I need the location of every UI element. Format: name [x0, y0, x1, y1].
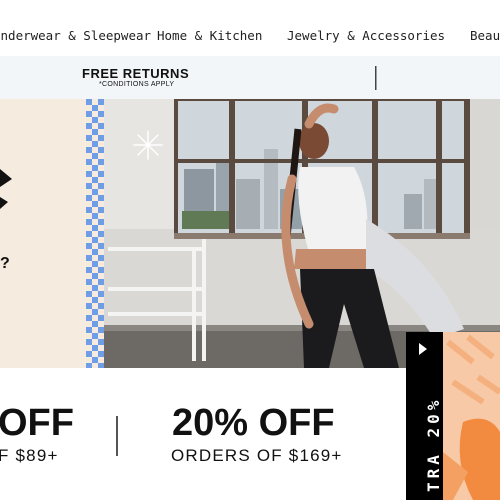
play-arrow-icon — [419, 343, 427, 355]
checker-square — [86, 207, 92, 213]
nav-item-beauty[interactable]: Beauty — [470, 28, 500, 43]
hero-left-text: ? — [0, 255, 10, 272]
nav-item-underwear-sleepwear[interactable]: Underwear & Sleepwear — [0, 28, 151, 43]
hero-photo — [104, 99, 500, 368]
checker-square — [92, 345, 98, 351]
checker-square — [86, 195, 92, 201]
checker-square — [92, 321, 98, 327]
hero-banner[interactable]: ? — [0, 99, 500, 368]
checker-square — [86, 111, 92, 117]
checker-square — [92, 153, 98, 159]
checker-square — [92, 189, 98, 195]
extra-tab-button[interactable]: TRA 20% — [406, 332, 443, 500]
checker-square — [92, 333, 98, 339]
offer-2-detail: ORDERS OF $169+ — [171, 446, 343, 465]
checker-square — [92, 177, 98, 183]
checker-square — [92, 213, 98, 219]
checker-square — [92, 309, 98, 315]
checker-square — [86, 351, 92, 357]
free-returns-title: FREE RETURNS — [82, 66, 190, 81]
checker-square — [86, 147, 92, 153]
checker-square — [92, 261, 98, 267]
checker-square — [92, 273, 98, 279]
checker-square — [86, 327, 92, 333]
checker-square — [86, 99, 92, 105]
checker-square — [92, 129, 98, 135]
checker-square — [86, 231, 92, 237]
checker-square — [92, 297, 98, 303]
hero-left-panel: ? — [0, 99, 104, 368]
checker-square — [86, 279, 92, 285]
checker-square — [86, 171, 92, 177]
banner-divider — [375, 66, 377, 90]
extra-tab-label: TRA 20% — [424, 396, 443, 492]
checker-square — [92, 249, 98, 255]
checker-square — [92, 105, 98, 111]
offer-1-detail: F $89+ — [0, 446, 59, 465]
extra-tab-artwork — [443, 332, 500, 500]
checker-square — [86, 159, 92, 165]
checker-square — [86, 267, 92, 273]
checker-square — [86, 315, 92, 321]
nav-item-home-kitchen[interactable]: Home & Kitchen — [157, 28, 262, 43]
checker-square — [86, 339, 92, 345]
category-nav: Underwear & Sleepwear Home & Kitchen Jew… — [0, 0, 500, 56]
offer-2-headline: 20% OFF — [172, 402, 335, 444]
checker-square — [92, 165, 98, 171]
extra-discount-tab[interactable]: TRA 20% — [406, 332, 500, 500]
checker-square — [86, 183, 92, 189]
checker-square — [92, 141, 98, 147]
checker-square — [92, 285, 98, 291]
checker-square — [86, 303, 92, 309]
free-returns-banner[interactable]: FREE RETURNS *CONDITIONS APPLY — [0, 56, 500, 99]
checker-square — [92, 237, 98, 243]
offer-1-headline: OFF — [0, 402, 74, 444]
checker-square — [92, 225, 98, 231]
checker-square — [86, 243, 92, 249]
checker-square — [86, 255, 92, 261]
hero-left-graphic — [0, 99, 104, 368]
nav-item-jewelry-accessories[interactable]: Jewelry & Accessories — [287, 28, 445, 43]
checker-square — [86, 291, 92, 297]
checker-square — [86, 135, 92, 141]
checker-square — [86, 219, 92, 225]
offer-divider — [116, 416, 118, 456]
checker-square — [92, 201, 98, 207]
free-returns-conditions: *CONDITIONS APPLY — [99, 81, 175, 88]
checker-square — [92, 357, 98, 363]
checker-square — [86, 123, 92, 129]
checker-square — [92, 117, 98, 123]
